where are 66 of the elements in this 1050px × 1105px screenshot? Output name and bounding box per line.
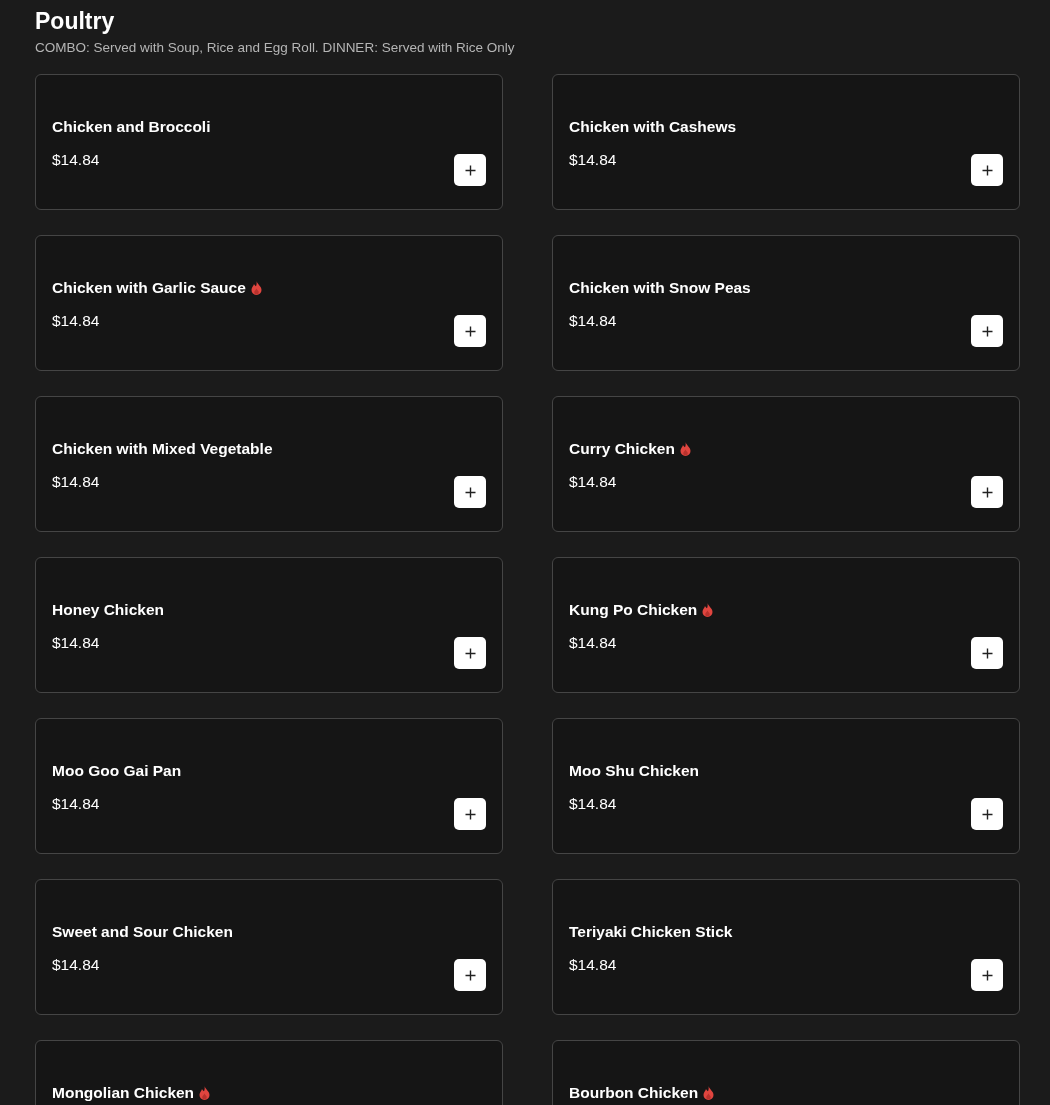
add-button[interactable]: [971, 637, 1003, 669]
menu-item-card[interactable]: Moo Shu Chicken $14.84: [552, 718, 1020, 854]
item-price: $14.84: [52, 955, 100, 975]
item-price: $14.84: [569, 955, 617, 975]
item-name: Teriyaki Chicken Stick: [569, 923, 733, 941]
item-name: Chicken with Garlic Sauce: [52, 279, 246, 297]
item-price: $14.84: [569, 472, 617, 492]
add-button[interactable]: [454, 637, 486, 669]
plus-icon: [464, 486, 476, 498]
item-price: $14.84: [569, 311, 617, 331]
menu-item-card[interactable]: Kung Po Chicken $14.84: [552, 557, 1020, 693]
menu-item-card[interactable]: Chicken with Cashews $14.84: [552, 74, 1020, 210]
item-name: Sweet and Sour Chicken: [52, 923, 233, 941]
item-name: Honey Chicken: [52, 601, 164, 619]
add-button[interactable]: [971, 154, 1003, 186]
item-name: Chicken and Broccoli: [52, 118, 211, 136]
add-button[interactable]: [971, 476, 1003, 508]
plus-icon: [981, 808, 993, 820]
item-name: Chicken with Snow Peas: [569, 279, 751, 297]
item-price: $14.84: [52, 311, 100, 331]
add-button[interactable]: [454, 315, 486, 347]
plus-icon: [981, 647, 993, 659]
item-price: $14.84: [52, 633, 100, 653]
item-name: Kung Po Chicken: [569, 601, 698, 619]
item-name: Mongolian Chicken: [52, 1084, 195, 1102]
plus-icon: [981, 164, 993, 176]
menu-item-card[interactable]: Honey Chicken $14.84: [35, 557, 503, 693]
menu-item-card[interactable]: Sweet and Sour Chicken $14.84: [35, 879, 503, 1015]
item-name: Moo Goo Gai Pan: [52, 762, 182, 780]
item-price: $14.84: [569, 633, 617, 653]
menu-item-card[interactable]: Curry Chicken $14.84: [552, 396, 1020, 532]
menu-item-card[interactable]: Chicken and Broccoli $14.84: [35, 74, 503, 210]
menu-item-card[interactable]: Bourbon Chicken: [552, 1040, 1020, 1105]
item-name: Curry Chicken: [569, 440, 675, 458]
plus-icon: [464, 808, 476, 820]
item-name: Bourbon Chicken: [569, 1084, 699, 1102]
item-price: $14.84: [569, 794, 617, 814]
plus-icon: [464, 325, 476, 337]
add-button[interactable]: [454, 798, 486, 830]
item-price: $14.84: [569, 150, 617, 170]
add-button[interactable]: [971, 798, 1003, 830]
plus-icon: [981, 969, 993, 981]
item-price: $14.84: [52, 472, 100, 492]
menu-item-card[interactable]: Chicken with Garlic Sauce $14.84: [35, 235, 503, 371]
add-button[interactable]: [454, 154, 486, 186]
item-price: $14.84: [52, 794, 100, 814]
menu-item-card[interactable]: Chicken with Mixed Vegetable $14.84: [35, 396, 503, 532]
menu-item-card[interactable]: Moo Goo Gai Pan $14.84: [35, 718, 503, 854]
plus-icon: [464, 969, 476, 981]
item-name: Chicken with Cashews: [569, 118, 737, 136]
plus-icon: [981, 486, 993, 498]
plus-icon: [464, 647, 476, 659]
add-button[interactable]: [454, 959, 486, 991]
menu-item-card[interactable]: Mongolian Chicken: [35, 1040, 503, 1105]
add-button[interactable]: [971, 959, 1003, 991]
item-name: Chicken with Mixed Vegetable: [52, 440, 273, 458]
add-button[interactable]: [454, 476, 486, 508]
add-button[interactable]: [971, 315, 1003, 347]
plus-icon: [981, 325, 993, 337]
item-price: $14.84: [52, 150, 100, 170]
section-description: COMBO: Served with Soup, Rice and Egg Roll. DINNER: Served with Rice Only: [35, 39, 515, 57]
item-name: Moo Shu Chicken: [569, 762, 700, 780]
plus-icon: [464, 164, 476, 176]
menu-item-card[interactable]: Teriyaki Chicken Stick $14.84: [552, 879, 1020, 1015]
section-title: Poultry: [35, 7, 115, 35]
menu-item-card[interactable]: Chicken with Snow Peas $14.84: [552, 235, 1020, 371]
